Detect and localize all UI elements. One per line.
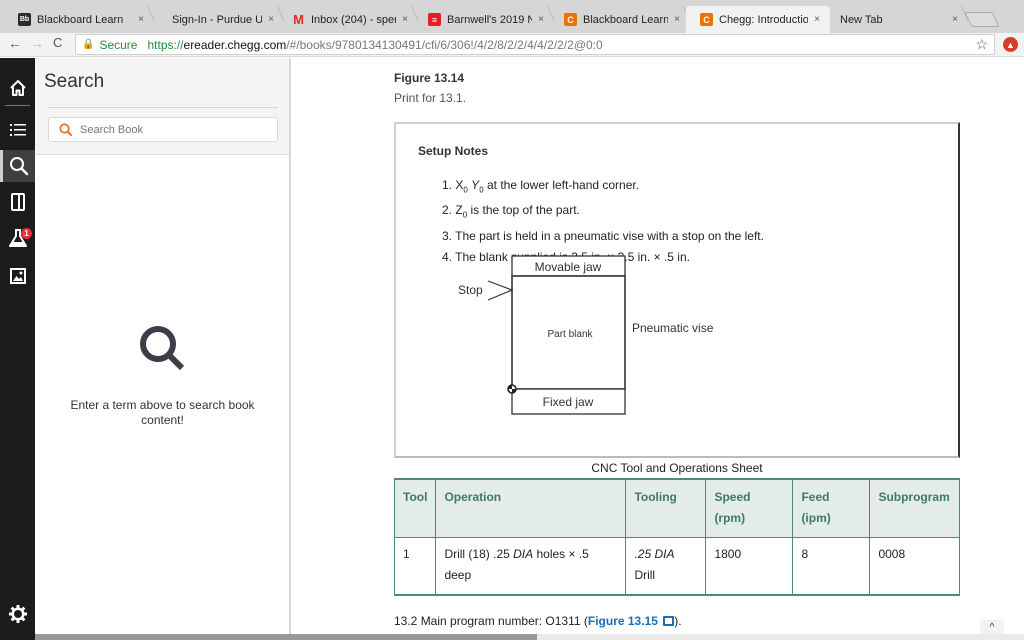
setup-notes-title: Setup Notes bbox=[418, 144, 489, 158]
rail-practice-button[interactable] bbox=[0, 222, 35, 254]
setup-note: 3. The part is held in a pneumatic vise … bbox=[442, 228, 764, 243]
tab-close-icon[interactable]: × bbox=[814, 14, 820, 25]
fixed-jaw-label: Fixed jaw bbox=[543, 395, 594, 409]
gear-icon bbox=[8, 605, 27, 623]
tab-close-icon[interactable]: × bbox=[138, 14, 144, 25]
gmail-favicon-icon: M bbox=[293, 12, 304, 27]
search-icon bbox=[59, 123, 72, 136]
vise-diagram: Movable jaw Part blank Fixed jaw Stop Pn… bbox=[458, 255, 714, 415]
tab-gmail-inbox[interactable]: M Inbox (204) - spenc × bbox=[278, 6, 418, 33]
chegg-favicon-icon: C bbox=[700, 13, 713, 26]
bookmark-star-icon[interactable]: ☆ bbox=[975, 36, 988, 53]
tab-close-icon[interactable]: × bbox=[674, 14, 680, 25]
divider bbox=[48, 107, 278, 108]
tab-chegg-introduction[interactable]: C Chegg: Introduction × bbox=[686, 6, 830, 33]
search-empty-message: Enter a term above to search book conten… bbox=[70, 398, 255, 427]
rail-home-button[interactable] bbox=[0, 72, 35, 104]
list-icon bbox=[9, 124, 26, 136]
cell-tool: 1 bbox=[393, 537, 437, 596]
search-book-field[interactable] bbox=[48, 117, 278, 142]
cell-subprogram: 0008 bbox=[869, 537, 960, 596]
cell-feed: 8 bbox=[792, 537, 871, 596]
reader-icon-rail: 1 bbox=[0, 58, 35, 640]
movable-jaw-label: Movable jaw bbox=[535, 260, 602, 274]
image-icon bbox=[9, 268, 26, 284]
figure-image: Setup Notes 1. X0 Y0 at the lower left-h… bbox=[394, 122, 960, 458]
next-paragraph: 13.2 Main program number: O1311 (Figure … bbox=[394, 614, 682, 628]
column-header-subprogram: Subprogram bbox=[869, 478, 960, 538]
search-book-input[interactable] bbox=[80, 123, 260, 136]
search-panel: Search Enter a term above to search book… bbox=[35, 58, 291, 634]
browser-tab-strip: Bb Blackboard Learn × Sign-In - Purdue U… bbox=[0, 0, 1024, 33]
tab-purdue-sign-in[interactable]: Sign-In - Purdue Un × bbox=[154, 6, 284, 33]
card-icon bbox=[10, 193, 25, 211]
tab-chegg-blackboard[interactable]: C Blackboard Learn X × bbox=[550, 6, 690, 33]
figure-13-15-link[interactable]: Figure 13.15 bbox=[588, 614, 675, 628]
column-header-tool: Tool bbox=[393, 478, 437, 538]
stop-marker bbox=[487, 280, 514, 301]
tab-new-tab[interactable]: New Tab × bbox=[826, 6, 968, 33]
rail-toc-button[interactable] bbox=[0, 114, 35, 146]
part-blank-label: Part blank bbox=[547, 329, 593, 340]
new-tab-button[interactable] bbox=[964, 12, 1000, 27]
notification-badge: 1 bbox=[21, 228, 32, 239]
extension-upload-icon[interactable]: ▲ bbox=[1003, 37, 1018, 52]
back-button[interactable]: ← bbox=[8, 35, 22, 51]
search-panel-header: Search bbox=[35, 58, 289, 155]
search-empty-state-icon bbox=[140, 326, 185, 371]
tab-barnwell-nfl[interactable]: ≡ Barnwell's 2019 NFL × bbox=[414, 6, 554, 33]
column-header-operation: Operation bbox=[435, 478, 627, 538]
address-bar[interactable]: 🔒 Secure https:// ereader.chegg.com /#/b… bbox=[75, 34, 995, 55]
column-header-feed: Feed (ipm) bbox=[792, 478, 871, 538]
table-row: 1 Drill (18) .25 DIA holes × .5 deep .25… bbox=[393, 537, 960, 596]
home-icon bbox=[9, 80, 26, 96]
column-header-speed: Speed (rpm) bbox=[705, 478, 794, 538]
figure-label: Figure 13.14 bbox=[394, 71, 465, 85]
popout-icon bbox=[663, 616, 675, 626]
scroll-to-top-button[interactable]: ^ bbox=[980, 620, 1004, 634]
cell-operation: Drill (18) .25 DIA holes × .5 deep bbox=[435, 537, 627, 596]
search-panel-title: Search bbox=[44, 71, 105, 92]
rail-flashcards-button[interactable] bbox=[0, 186, 35, 218]
setup-note: 1. X0 Y0 at the lower left-hand corner. bbox=[442, 178, 640, 195]
chegg-favicon-icon: C bbox=[564, 13, 577, 26]
tab-close-icon[interactable]: × bbox=[268, 14, 274, 25]
book-content: Figure 13.14 Print for 13.1. Setup Notes… bbox=[293, 58, 1024, 634]
rail-media-button[interactable] bbox=[0, 260, 35, 292]
scrollbar-thumb[interactable] bbox=[35, 634, 537, 640]
table-caption: CNC Tool and Operations Sheet bbox=[591, 461, 763, 475]
setup-note: 2. Z0 is the top of the part. bbox=[442, 203, 580, 220]
blackboard-favicon-icon: Bb bbox=[18, 13, 31, 26]
rail-search-button[interactable] bbox=[0, 150, 35, 182]
tab-close-icon[interactable]: × bbox=[538, 14, 544, 25]
horizontal-scrollbar[interactable] bbox=[35, 634, 1024, 640]
figure-caption: Print for 13.1. bbox=[394, 91, 467, 105]
stop-label: Stop bbox=[458, 283, 483, 297]
reload-button[interactable]: C bbox=[53, 35, 62, 50]
forward-button[interactable]: → bbox=[30, 35, 44, 51]
lock-icon: 🔒 bbox=[82, 39, 95, 50]
vise-label: Pneumatic vise bbox=[632, 321, 714, 335]
cell-speed: 1800 bbox=[705, 537, 794, 596]
tab-close-icon[interactable]: × bbox=[952, 14, 958, 25]
column-header-tooling: Tooling bbox=[625, 478, 707, 538]
news-favicon-icon: ≡ bbox=[428, 13, 441, 26]
tab-blackboard-learn[interactable]: Bb Blackboard Learn × bbox=[4, 6, 154, 33]
secure-label: Secure bbox=[99, 37, 138, 52]
table-header-row: Tool Operation Tooling Speed (rpm) Feed (i… bbox=[393, 478, 960, 538]
rail-divider bbox=[5, 105, 30, 106]
rail-settings-button[interactable] bbox=[0, 598, 35, 630]
url-host: ereader.chegg.com bbox=[183, 37, 287, 52]
cnc-operations-table: Tool Operation Tooling Speed (rpm) Feed (i… bbox=[393, 478, 960, 596]
url-path: /#/books/9780134130491/cfi/6/306!/4/2/8/… bbox=[286, 37, 603, 52]
browser-toolbar: ← → C 🔒 Secure https:// ereader.chegg.co… bbox=[0, 33, 1024, 57]
url-scheme: https:// bbox=[147, 37, 184, 52]
cell-tooling: .25 DIA Drill bbox=[625, 537, 707, 596]
tab-close-icon[interactable]: × bbox=[402, 14, 408, 25]
search-icon bbox=[10, 157, 29, 176]
